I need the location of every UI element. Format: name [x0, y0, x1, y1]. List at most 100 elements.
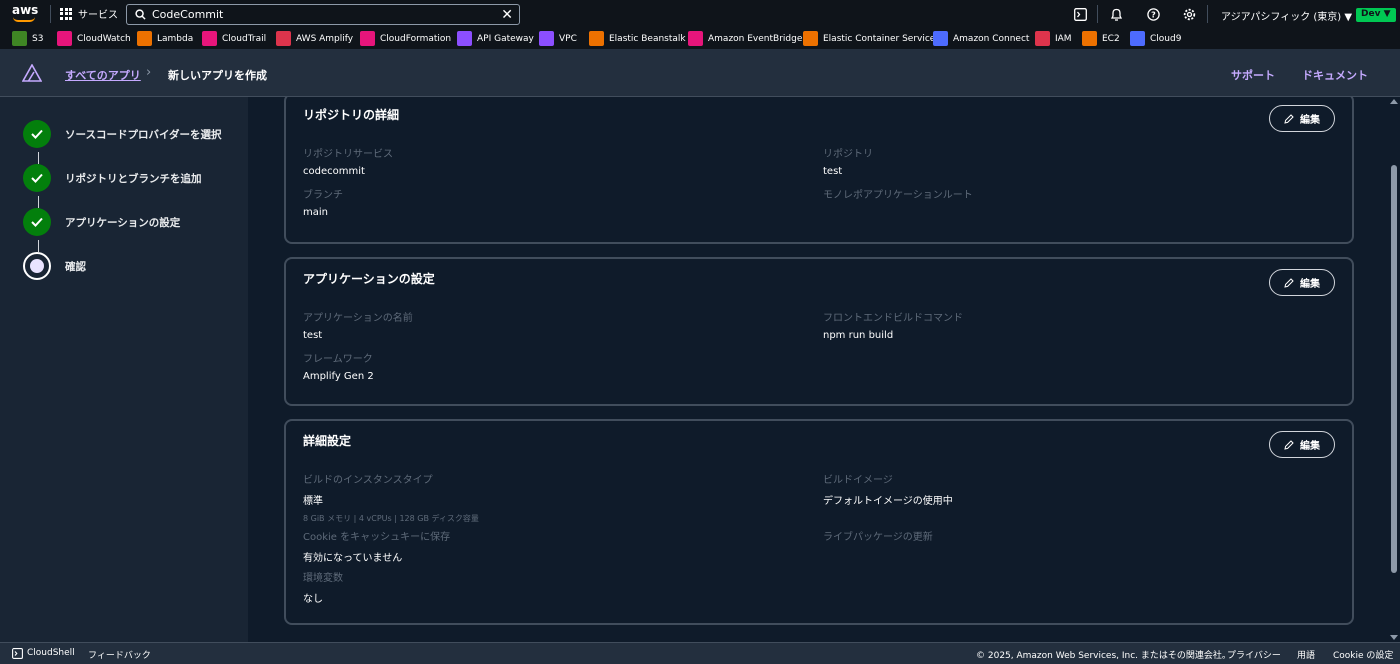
edit-app-settings-button[interactable]: 編集: [1269, 269, 1335, 296]
clear-icon[interactable]: ✕: [501, 7, 513, 23]
field-live-packages: ライブパッケージの更新: [823, 528, 933, 543]
app-settings-card: アプリケーションの設定 編集 アプリケーションの名前 test フロントエンドビ…: [284, 257, 1354, 406]
field-value: デフォルトイメージの使用中: [823, 496, 953, 507]
step-label: リポジトリとブランチを追加: [65, 172, 202, 185]
bell-icon[interactable]: [1110, 8, 1123, 21]
favorite-api-gateway[interactable]: API Gateway: [457, 31, 534, 46]
edit-label: 編集: [1300, 441, 1320, 452]
lambda-icon: [137, 31, 152, 46]
cloudshell-link[interactable]: CloudShell: [27, 648, 75, 658]
privacy-link[interactable]: プライバシー: [1227, 648, 1281, 661]
step-label: 確認: [65, 260, 86, 273]
scrollbar[interactable]: [1388, 97, 1400, 642]
field-monorepo-root: モノレポアプリケーションルート: [823, 186, 973, 201]
field-key: ビルドのインスタンスタイプ: [303, 475, 433, 486]
field-framework: フレームワーク Amplify Gen 2: [303, 350, 374, 382]
field-key: ライブパッケージの更新: [823, 532, 933, 543]
card-title: リポジトリの詳細: [303, 108, 400, 122]
favorite-iam[interactable]: IAM: [1035, 31, 1072, 46]
ec2-icon: [1082, 31, 1097, 46]
field-instance-type: ビルドのインスタンスタイプ 標準 8 GiB メモリ | 4 vCPUs | 1…: [303, 471, 479, 524]
cloudformation-icon: [360, 31, 375, 46]
scroll-up-icon[interactable]: [1390, 99, 1398, 104]
card-title: 詳細設定: [303, 434, 352, 448]
svg-text:?: ?: [1151, 11, 1156, 20]
iam-icon: [1035, 31, 1050, 46]
search-input[interactable]: [152, 8, 492, 21]
card-title: アプリケーションの設定: [303, 272, 435, 286]
field-repo-service: リポジトリサービス codecommit: [303, 145, 393, 177]
field-repository: リポジトリ test: [823, 145, 873, 177]
favorite-label: VPC: [559, 33, 577, 44]
search-icon: [135, 9, 146, 20]
feedback-link[interactable]: フィードバック: [88, 648, 151, 661]
aws-logo[interactable]: aws: [12, 4, 38, 24]
gear-icon[interactable]: [1183, 8, 1196, 21]
favorite-cloud9[interactable]: Cloud9: [1130, 31, 1181, 46]
check-icon: [23, 164, 51, 192]
favorite-label: Lambda: [157, 33, 194, 44]
step-1[interactable]: ソースコードプロバイダーを選択: [23, 120, 222, 148]
search-box[interactable]: ✕: [126, 4, 520, 25]
field-key: リポジトリ: [823, 149, 873, 160]
cloud9-icon: [1130, 31, 1145, 46]
field-env-vars: 環境変数 なし: [303, 569, 343, 605]
step-3[interactable]: アプリケーションの設定: [23, 208, 180, 236]
favorite-label: IAM: [1055, 33, 1072, 44]
ecs-icon: [803, 31, 818, 46]
grid-icon: [60, 7, 72, 20]
favorite-cloudwatch[interactable]: CloudWatch: [57, 31, 131, 46]
cloudshell-icon[interactable]: [12, 648, 23, 659]
field-value: 標準: [303, 496, 323, 507]
cloudshell-icon[interactable]: [1074, 8, 1087, 21]
favorite-cloudtrail[interactable]: CloudTrail: [202, 31, 266, 46]
favorite-s3[interactable]: S3: [12, 31, 43, 46]
favorite-label: Elastic Container Service: [823, 33, 936, 44]
region-selector[interactable]: アジアパシフィック (東京) ▼: [1221, 8, 1352, 23]
amplify-logo-icon[interactable]: [22, 64, 42, 82]
edit-repo-button[interactable]: 編集: [1269, 105, 1335, 132]
current-step-icon: [23, 252, 51, 280]
field-key: モノレポアプリケーションルート: [823, 190, 973, 201]
services-label: サービス: [78, 10, 118, 21]
global-nav: aws サービス ✕ ? アジアパシフィック (東京) ▼ Dev ▼: [0, 0, 1400, 29]
favorite-cloudformation[interactable]: CloudFormation: [360, 31, 451, 46]
services-menu-button[interactable]: サービス: [60, 6, 118, 21]
docs-link[interactable]: ドキュメント: [1302, 67, 1368, 83]
favorite-amazon-connect[interactable]: Amazon Connect: [933, 31, 1029, 46]
favorite-label: S3: [32, 33, 44, 44]
favorite-amazon-eventbridge[interactable]: Amazon EventBridge: [688, 31, 802, 46]
cookie-settings-link[interactable]: Cookie の設定: [1333, 648, 1393, 661]
pencil-icon: [1284, 113, 1294, 124]
divider: [1207, 5, 1208, 23]
edit-advanced-button[interactable]: 編集: [1269, 431, 1335, 458]
help-icon[interactable]: ?: [1147, 8, 1160, 21]
favorite-elastic-beanstalk[interactable]: Elastic Beanstalk: [589, 31, 686, 46]
scroll-down-icon[interactable]: [1390, 635, 1398, 640]
favorite-vpc[interactable]: VPC: [539, 31, 577, 46]
account-badge[interactable]: Dev ▼: [1356, 8, 1396, 22]
field-value: test: [823, 166, 843, 177]
breadcrumb-current: 新しいアプリを作成: [168, 69, 267, 82]
step-2[interactable]: リポジトリとブランチを追加: [23, 164, 202, 192]
field-value: npm run build: [823, 330, 894, 341]
field-build-image: ビルドイメージ デフォルトイメージの使用中: [823, 471, 953, 507]
favorite-aws-amplify[interactable]: AWS Amplify: [276, 31, 353, 46]
field-branch: ブランチ main: [303, 186, 343, 218]
favorite-ec2[interactable]: EC2: [1082, 31, 1120, 46]
favorite-label: EC2: [1102, 33, 1120, 44]
copyright: © 2025, Amazon Web Services, Inc. またはその関…: [976, 651, 1231, 661]
repo-details-card: リポジトリの詳細 編集 リポジトリサービス codecommit リポジトリ t…: [284, 97, 1354, 244]
favorite-elastic-container-service[interactable]: Elastic Container Service: [803, 31, 935, 46]
support-link[interactable]: サポート: [1231, 67, 1275, 83]
field-cookie-cache: Cookie をキャッシュキーに保存 有効になっていません: [303, 528, 450, 564]
terms-link[interactable]: 用語: [1297, 648, 1315, 661]
field-key: リポジトリサービス: [303, 149, 393, 160]
step-label: アプリケーションの設定: [65, 216, 181, 229]
favorite-label: Elastic Beanstalk: [609, 33, 686, 44]
scroll-thumb[interactable]: [1391, 165, 1397, 573]
favorite-lambda[interactable]: Lambda: [137, 31, 193, 46]
breadcrumb-all-apps[interactable]: すべてのアプリ: [65, 67, 141, 83]
pencil-icon: [1284, 439, 1294, 450]
field-key: ブランチ: [303, 190, 343, 201]
